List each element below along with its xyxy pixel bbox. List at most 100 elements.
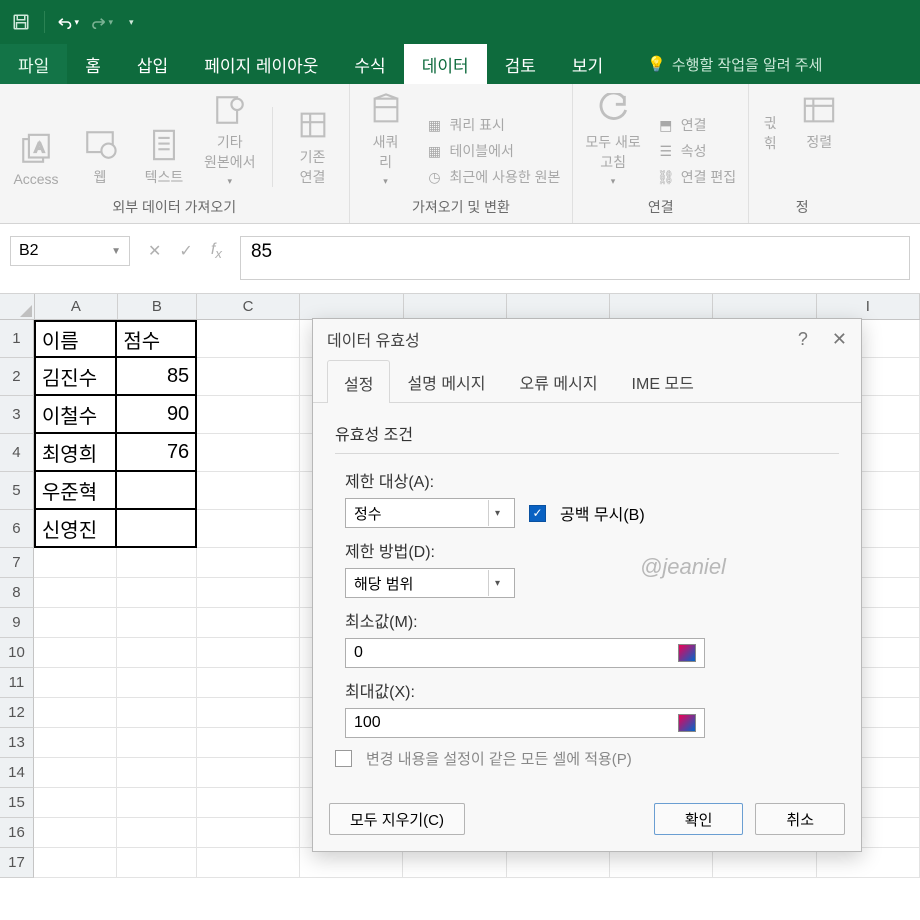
- cell[interactable]: [117, 848, 197, 878]
- cell[interactable]: [117, 608, 197, 638]
- row-header[interactable]: 8: [0, 578, 34, 608]
- from-access-button[interactable]: A Access: [12, 131, 60, 187]
- cell[interactable]: 76: [117, 434, 197, 472]
- cell[interactable]: [34, 818, 117, 848]
- cell[interactable]: [197, 578, 300, 608]
- allow-combo[interactable]: 정수 ▾: [345, 498, 515, 528]
- cell[interactable]: [117, 472, 197, 510]
- apply-others-checkbox[interactable]: ✓: [335, 750, 352, 767]
- chevron-down-icon[interactable]: ▼: [111, 246, 121, 257]
- cell[interactable]: [34, 548, 117, 578]
- new-query-button[interactable]: 새쿼 리 ▾: [362, 92, 410, 187]
- cell[interactable]: [507, 848, 610, 878]
- help-icon[interactable]: ?: [798, 329, 808, 350]
- existing-connections-button[interactable]: 기존 연결: [289, 107, 337, 187]
- row-header[interactable]: 7: [0, 548, 34, 578]
- tab-ime-mode[interactable]: IME 모드: [615, 359, 711, 402]
- row-header[interactable]: 9: [0, 608, 34, 638]
- sort-asc-button[interactable]: 긗: [761, 114, 779, 132]
- properties-button[interactable]: ☰ 속성: [657, 141, 736, 161]
- tab-data[interactable]: 데이터: [404, 44, 487, 84]
- col-header-i[interactable]: I: [817, 294, 920, 319]
- tab-input-message[interactable]: 설명 메시지: [390, 359, 502, 402]
- tab-insert[interactable]: 삽입: [119, 44, 186, 84]
- col-header-a[interactable]: A: [35, 294, 118, 319]
- from-table-button[interactable]: ▦ 테이블에서: [426, 141, 561, 161]
- qat-customize-icon[interactable]: ▾: [129, 17, 134, 28]
- cell[interactable]: [197, 472, 300, 510]
- name-box[interactable]: B2 ▼: [10, 236, 130, 266]
- cell[interactable]: [197, 728, 300, 758]
- show-queries-button[interactable]: ▦ 쿼리 표시: [426, 115, 561, 135]
- cell[interactable]: [713, 848, 816, 878]
- connections-button[interactable]: ⬒ 연결: [657, 115, 736, 135]
- cell[interactable]: [117, 638, 197, 668]
- cell[interactable]: [197, 788, 300, 818]
- cell[interactable]: 우준혁: [34, 472, 117, 510]
- cancel-button[interactable]: 취소: [755, 803, 845, 835]
- ignore-blank-checkbox[interactable]: ✓: [529, 505, 546, 522]
- cell[interactable]: [817, 848, 920, 878]
- cell[interactable]: 신영진: [34, 510, 117, 548]
- row-header[interactable]: 11: [0, 668, 34, 698]
- cell[interactable]: [117, 788, 197, 818]
- cell[interactable]: [117, 818, 197, 848]
- select-all-corner[interactable]: [0, 294, 35, 319]
- row-header[interactable]: 17: [0, 848, 34, 878]
- edit-links-button[interactable]: ⛓ 연결 편집: [657, 167, 736, 187]
- refresh-all-button[interactable]: 모두 새로 고침 ▾: [585, 92, 640, 187]
- save-icon[interactable]: [10, 11, 32, 33]
- cell[interactable]: [197, 638, 300, 668]
- cell[interactable]: 점수: [117, 320, 197, 358]
- tab-layout[interactable]: 페이지 레이아웃: [186, 44, 336, 84]
- tab-formulas[interactable]: 수식: [336, 44, 403, 84]
- range-picker-icon[interactable]: [678, 644, 696, 662]
- max-input[interactable]: 100: [345, 708, 705, 738]
- min-input[interactable]: 0: [345, 638, 705, 668]
- cell[interactable]: [197, 510, 300, 548]
- from-text-button[interactable]: 텍스트: [140, 127, 188, 187]
- cell[interactable]: [117, 728, 197, 758]
- sort-button[interactable]: 정렬: [795, 92, 843, 152]
- cell[interactable]: 이름: [34, 320, 117, 358]
- cell[interactable]: [117, 668, 197, 698]
- clear-all-button[interactable]: 모두 지우기(C): [329, 803, 465, 835]
- ok-button[interactable]: 확인: [654, 803, 744, 835]
- dialog-titlebar[interactable]: 데이터 유효성 ? ✕: [313, 319, 861, 359]
- cell[interactable]: 90: [117, 396, 197, 434]
- col-header[interactable]: [300, 294, 403, 319]
- cell[interactable]: [197, 358, 300, 396]
- row-header[interactable]: 10: [0, 638, 34, 668]
- tab-error-alert[interactable]: 오류 메시지: [503, 359, 615, 402]
- row-header[interactable]: 4: [0, 434, 34, 472]
- row-header[interactable]: 6: [0, 510, 34, 548]
- cell[interactable]: [197, 608, 300, 638]
- recent-sources-button[interactable]: ◷ 최근에 사용한 원본: [426, 167, 561, 187]
- cell[interactable]: [197, 320, 300, 358]
- tab-review[interactable]: 검토: [487, 44, 554, 84]
- col-header-b[interactable]: B: [118, 294, 197, 319]
- row-header[interactable]: 12: [0, 698, 34, 728]
- sort-desc-button[interactable]: 힊: [761, 134, 779, 152]
- cell[interactable]: 최영희: [34, 434, 117, 472]
- row-header[interactable]: 1: [0, 320, 34, 358]
- row-header[interactable]: 14: [0, 758, 34, 788]
- tell-me[interactable]: 💡 수행할 작업을 알려 주세: [629, 44, 840, 84]
- cell[interactable]: [197, 698, 300, 728]
- from-web-button[interactable]: 웹: [76, 127, 124, 187]
- cell[interactable]: [34, 698, 117, 728]
- enter-icon[interactable]: ✓: [179, 241, 192, 261]
- col-header[interactable]: [507, 294, 610, 319]
- cell[interactable]: [34, 608, 117, 638]
- from-other-button[interactable]: 기타 원본에서 ▾: [204, 92, 256, 187]
- cell[interactable]: [34, 638, 117, 668]
- cell[interactable]: 김진수: [34, 358, 117, 396]
- cell[interactable]: [34, 668, 117, 698]
- cell[interactable]: [197, 848, 300, 878]
- cancel-icon[interactable]: ✕: [148, 241, 161, 261]
- col-header[interactable]: [404, 294, 507, 319]
- cell[interactable]: [197, 434, 300, 472]
- close-icon[interactable]: ✕: [832, 329, 847, 350]
- cell[interactable]: [117, 578, 197, 608]
- col-header-c[interactable]: C: [197, 294, 300, 319]
